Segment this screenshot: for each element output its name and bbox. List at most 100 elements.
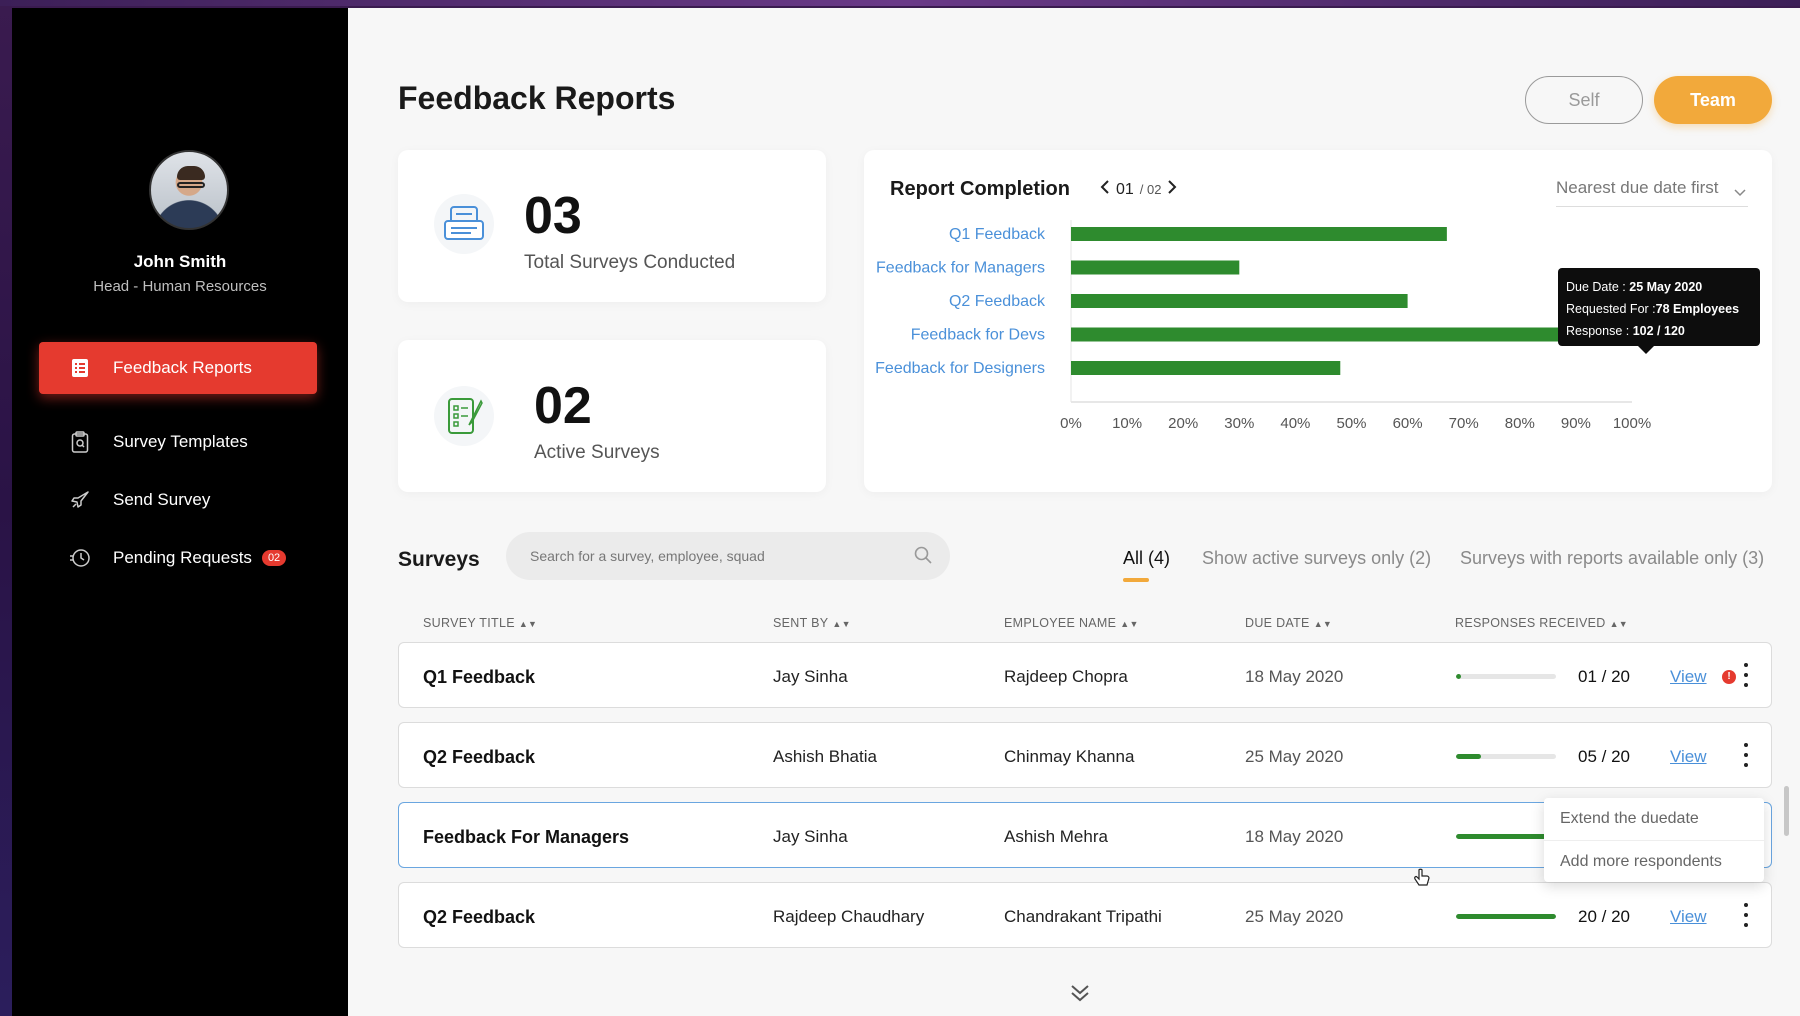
- bar-label: Q2 Feedback: [949, 293, 1046, 310]
- response-count: 01 / 20: [1578, 667, 1630, 686]
- x-tick-label: 0%: [1060, 415, 1082, 432]
- double-chevron-down-icon[interactable]: [1070, 984, 1090, 1007]
- col-sent-by[interactable]: SENT BY ▲▼: [773, 616, 851, 630]
- sidebar-item-feedback-reports[interactable]: Feedback Reports: [39, 342, 317, 394]
- menu-item-add-respondents[interactable]: Add more respondents: [1544, 840, 1764, 882]
- sidebar-item-pending-requests[interactable]: Pending Requests 02: [39, 532, 317, 584]
- active-surveys-value: 02: [534, 377, 592, 435]
- alert-icon: !: [1722, 670, 1736, 684]
- bar: [1071, 327, 1571, 342]
- bar: [1071, 260, 1240, 275]
- history-icon: [69, 547, 91, 569]
- x-tick-label: 90%: [1561, 415, 1591, 432]
- tooltip-requested-label: Requested For :: [1566, 302, 1656, 316]
- survey-title: Q2 Feedback: [423, 747, 536, 767]
- sidebar-item-survey-templates[interactable]: Survey Templates: [39, 416, 317, 468]
- tooltip-requested-value: 78 Employees: [1655, 302, 1740, 316]
- tooltip-due-value: 25 May 2020: [1629, 280, 1703, 294]
- table-row[interactable]: Q1 Feedback Jay Sinha Rajdeep Chopra 18 …: [398, 642, 1772, 708]
- survey-list-icon: [434, 194, 494, 254]
- self-toggle-button[interactable]: Self: [1525, 76, 1643, 124]
- avatar[interactable]: [149, 150, 229, 230]
- survey-title: Q1 Feedback: [423, 667, 536, 687]
- bar-label: Feedback for Designers: [875, 360, 1045, 377]
- employee-name: Chinmay Khanna: [1004, 747, 1135, 766]
- clipboard-icon: [69, 431, 91, 453]
- more-options-icon[interactable]: [1742, 663, 1750, 687]
- x-tick-label: 30%: [1224, 415, 1254, 432]
- main-content: Feedback Reports Self Team 03 Total Surv…: [348, 8, 1800, 1016]
- response-count: 20 / 20: [1578, 907, 1630, 926]
- x-tick-label: 40%: [1280, 415, 1310, 432]
- x-tick-label: 50%: [1336, 415, 1366, 432]
- x-tick-label: 10%: [1112, 415, 1142, 432]
- filter-reports-available[interactable]: Surveys with reports available only (3): [1460, 548, 1764, 569]
- filter-all[interactable]: All (4): [1123, 548, 1170, 569]
- x-tick-label: 60%: [1393, 415, 1423, 432]
- sort-icon: ▲▼: [1609, 619, 1628, 629]
- sent-by: Rajdeep Chaudhary: [773, 907, 925, 926]
- tooltip-response-label: Response :: [1566, 324, 1630, 338]
- scrollbar[interactable]: [1784, 786, 1789, 836]
- view-link[interactable]: View: [1670, 667, 1707, 687]
- chart-tooltip: Due Date : 25 May 2020 Requested For :78…: [1558, 268, 1760, 354]
- response-progress-bar: [1456, 674, 1556, 679]
- more-options-icon[interactable]: [1742, 743, 1750, 767]
- view-link[interactable]: View: [1670, 907, 1707, 927]
- due-date: 25 May 2020: [1245, 747, 1344, 766]
- rocket-icon: [69, 489, 91, 511]
- bar: [1071, 294, 1408, 308]
- sidebar-item-label: Feedback Reports: [113, 358, 252, 377]
- sidebar: John Smith Head - Human Resources Feedba…: [12, 8, 348, 1016]
- total-surveys-value: 03: [524, 187, 582, 245]
- team-toggle-button[interactable]: Team: [1654, 76, 1772, 124]
- col-survey-title[interactable]: SURVEY TITLE ▲▼: [423, 616, 537, 630]
- bar-label: Feedback for Managers: [876, 260, 1045, 277]
- filter-active-only[interactable]: Show active surveys only (2): [1202, 548, 1431, 569]
- sidebar-item-label: Pending Requests: [113, 548, 252, 567]
- more-options-icon[interactable]: [1742, 903, 1750, 927]
- user-name: John Smith: [133, 252, 227, 271]
- sidebar-item-send-survey[interactable]: Send Survey: [39, 474, 317, 526]
- hand-cursor-icon: [1414, 868, 1430, 893]
- survey-title: Feedback For Managers: [423, 827, 630, 847]
- bar: [1071, 361, 1341, 375]
- sidebar-item-label: Survey Templates: [113, 432, 248, 451]
- x-tick-label: 100%: [1613, 415, 1651, 432]
- response-count: 05 / 20: [1578, 747, 1630, 766]
- x-tick-label: 20%: [1168, 415, 1198, 432]
- search-placeholder: Search for a survey, employee, squad: [530, 548, 765, 564]
- tooltip-response-value: 102 / 120: [1632, 324, 1685, 338]
- table-row[interactable]: Q2 Feedback Ashish Bhatia Chinmay Khanna…: [398, 722, 1772, 788]
- col-due-date[interactable]: DUE DATE ▲▼: [1245, 616, 1332, 630]
- search-icon[interactable]: [914, 546, 932, 567]
- sent-by: Jay Sinha: [773, 667, 848, 686]
- sort-icon: ▲▼: [1120, 619, 1139, 629]
- employee-name: Ashish Mehra: [1004, 827, 1108, 846]
- sort-icon: ▲▼: [518, 619, 538, 629]
- row-options-menu: Extend the duedate Add more respondents: [1544, 798, 1764, 882]
- sidebar-item-label: Send Survey: [113, 490, 211, 509]
- col-employee-name[interactable]: EMPLOYEE NAME ▲▼: [1004, 616, 1139, 630]
- sent-by: Ashish Bhatia: [773, 747, 877, 766]
- sent-by: Jay Sinha: [773, 827, 848, 846]
- due-date: 25 May 2020: [1245, 907, 1344, 926]
- sort-icon: ▲▼: [1313, 619, 1333, 629]
- active-surveys-label: Active Surveys: [534, 442, 660, 463]
- menu-item-extend-duedate[interactable]: Extend the duedate: [1544, 798, 1764, 840]
- total-surveys-card: 03 Total Surveys Conducted: [398, 150, 826, 302]
- pending-count-badge: 02: [261, 550, 287, 566]
- table-row[interactable]: Q2 Feedback Rajdeep Chaudhary Chandrakan…: [398, 882, 1772, 948]
- sort-icon: ▲▼: [832, 619, 851, 629]
- due-date: 18 May 2020: [1245, 667, 1344, 686]
- x-tick-label: 70%: [1449, 415, 1479, 432]
- checklist-pen-icon: [434, 386, 494, 446]
- bar-label: Q1 Feedback: [949, 226, 1046, 243]
- employee-name: Chandrakant Tripathi: [1004, 907, 1162, 926]
- col-responses-received[interactable]: RESPONSES RECEIVED ▲▼: [1455, 616, 1628, 630]
- bar: [1071, 227, 1447, 241]
- bar-label: Feedback for Devs: [911, 327, 1045, 344]
- view-link[interactable]: View: [1670, 747, 1707, 767]
- search-input[interactable]: Search for a survey, employee, squad: [506, 532, 950, 580]
- page-title: Feedback Reports: [398, 80, 676, 116]
